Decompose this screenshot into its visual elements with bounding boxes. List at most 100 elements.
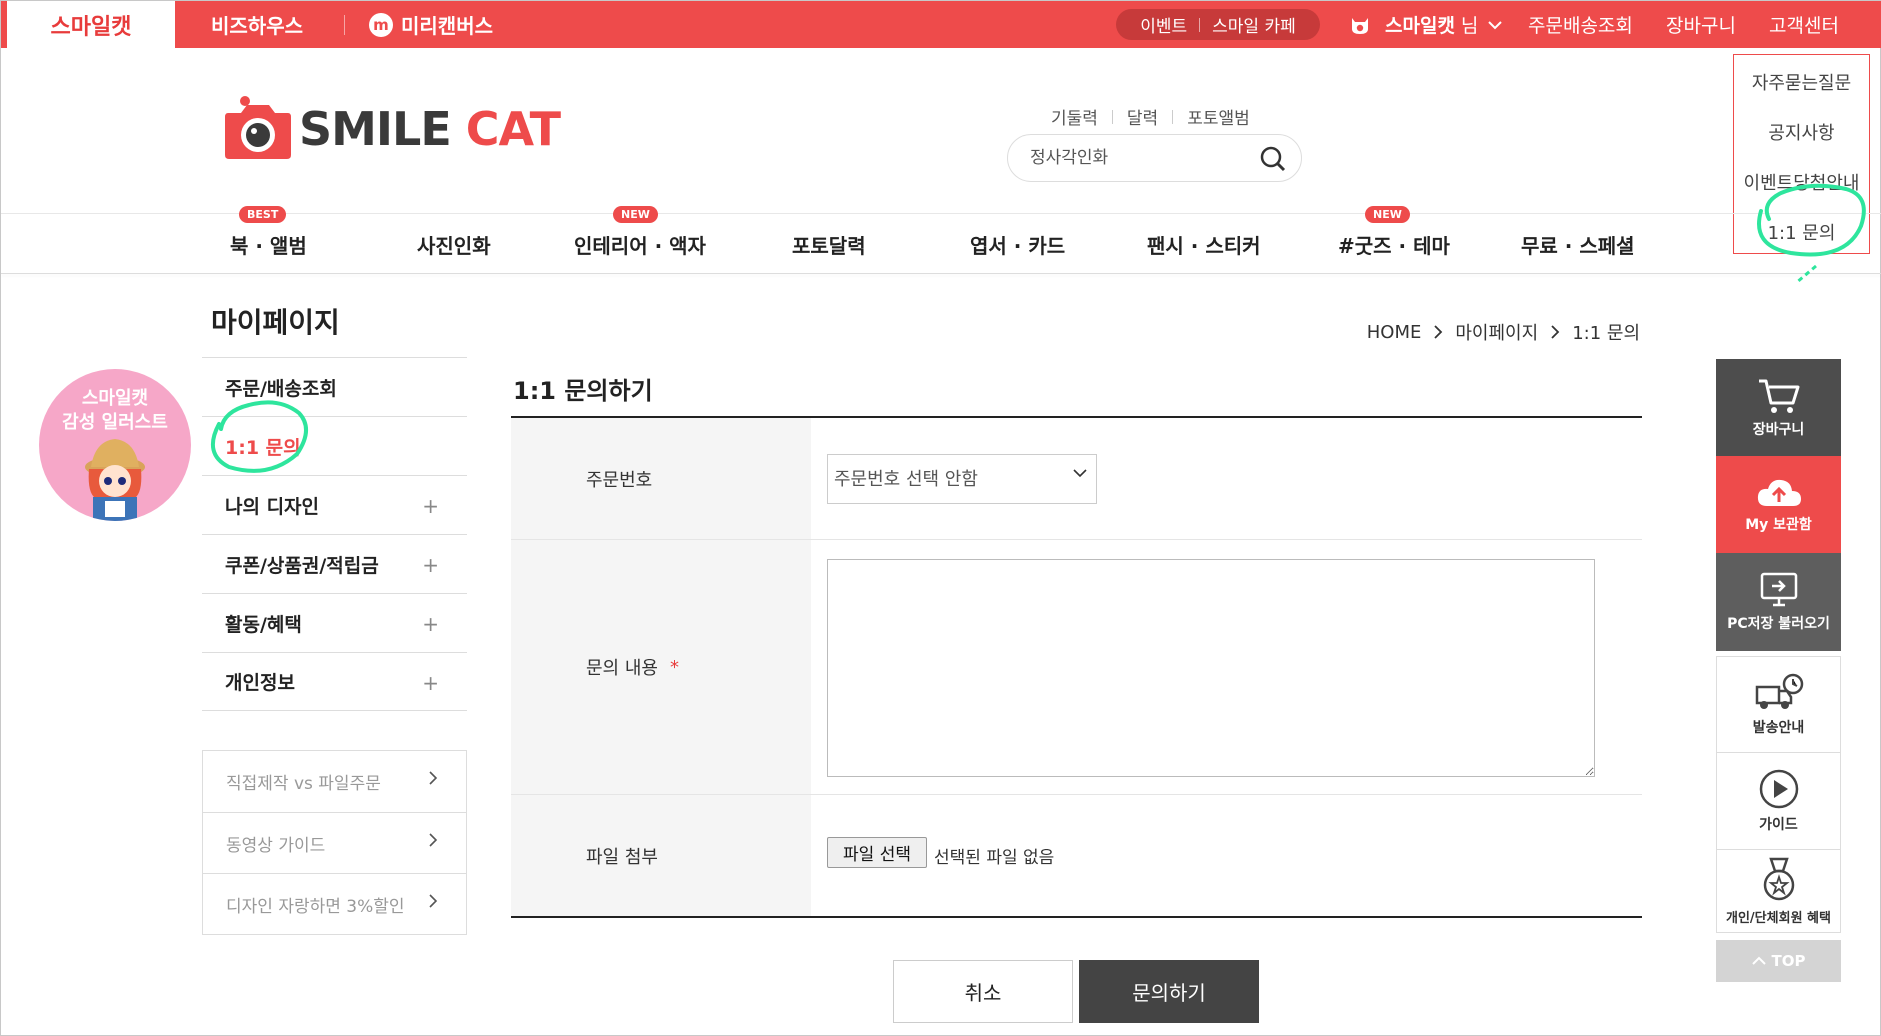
chevron-down-icon	[1488, 20, 1503, 29]
nav-interior-frame[interactable]: 인테리어 · 액자	[574, 230, 706, 259]
side-link-video-guide[interactable]: 동영상 가이드	[203, 812, 466, 873]
side-item-activity[interactable]: 활동/혜택 +	[202, 593, 467, 652]
breadcrumb-current: 1:1 문의	[1572, 323, 1640, 344]
submit-inquiry-button[interactable]: 문의하기	[1079, 960, 1259, 1023]
mypage-side-menu: 주문/배송조회 1:1 문의 나의 디자인 + 쿠폰/상품권/적립금 + 활동/혜택…	[202, 357, 467, 711]
nav-divider-bottom	[1, 273, 1881, 274]
chevron-right-icon	[429, 894, 438, 908]
order-number-select[interactable]: 주문번호 선택 안함	[827, 454, 1097, 504]
quick-member-benefits[interactable]: 개인/단체회원 혜택	[1716, 850, 1841, 933]
nav-badge-new: NEW	[613, 206, 658, 223]
nav-goods-theme[interactable]: #굿즈 · 테마	[1338, 230, 1450, 259]
smile-cafe-link[interactable]: 스마일 카페	[1212, 12, 1296, 37]
file-attach-label: 파일 첨부	[511, 795, 811, 916]
chevron-right-icon	[429, 833, 438, 847]
nav-fancy-sticker[interactable]: 팬시 · 스티커	[1147, 230, 1261, 259]
medal-icon	[1763, 857, 1794, 900]
breadcrumb-mypage[interactable]: 마이페이지	[1455, 319, 1538, 345]
file-status-text: 선택된 파일 없음	[934, 848, 1055, 868]
top-bar: 스마일캣 비즈하우스 m 미리캔버스 이벤트 스마일 카페 스마일캣 님 주문배…	[1, 1, 1881, 48]
cloud-upload-icon	[1757, 479, 1801, 506]
nav-postcard[interactable]: 엽서 · 카드	[970, 230, 1065, 259]
nav-badge-best: BEST	[239, 206, 287, 223]
plus-icon: +	[422, 612, 439, 636]
cancel-button[interactable]: 취소	[893, 960, 1073, 1023]
page-title: 마이페이지	[211, 306, 340, 339]
dropdown-item-faq[interactable]: 자주묻는질문	[1734, 69, 1869, 95]
chevron-right-icon	[1434, 325, 1443, 339]
header-quick-links: 기둘력 달력 포토앨범	[1051, 104, 1250, 129]
user-menu[interactable]: 스마일캣 님	[1349, 1, 1503, 48]
play-circle-icon	[1759, 769, 1798, 809]
dropdown-item-notice[interactable]: 공지사항	[1734, 119, 1869, 145]
tab-bizhows[interactable]: 비즈하우스	[211, 1, 303, 48]
cat-face-icon	[1352, 17, 1368, 34]
inquiry-content-textarea[interactable]	[827, 559, 1595, 777]
customer-center-link[interactable]: 고객센터	[1769, 1, 1839, 48]
scroll-top-button[interactable]: TOP	[1716, 940, 1841, 982]
cart-link[interactable]: 장바구니	[1666, 1, 1736, 48]
nav-book-album[interactable]: 북 · 앨범	[230, 230, 307, 259]
plus-icon: +	[422, 494, 439, 518]
delivery-truck-icon	[1755, 673, 1803, 709]
inquiry-form: 주문번호 주문번호 선택 안함 문의 내용 * 파일 첨부 파일 선택 선택된 파…	[511, 416, 1642, 918]
order-number-label: 주문번호	[511, 418, 811, 539]
nav-badge-new: NEW	[1365, 206, 1410, 223]
side-guide-links: 직접제작 vs 파일주문 동영상 가이드 디자인 자랑하면 3%할인	[202, 750, 467, 935]
plus-icon: +	[422, 671, 439, 695]
form-title: 1:1 문의하기	[513, 377, 653, 405]
quick-guide[interactable]: 가이드	[1716, 753, 1841, 850]
chevron-right-icon	[1551, 325, 1560, 339]
smilecat-logo[interactable]: SMILE CAT	[223, 93, 561, 165]
form-row-content: 문의 내용 *	[511, 540, 1642, 795]
quick-my-storage[interactable]: My 보관함	[1716, 456, 1841, 553]
quick-link-photo-album[interactable]: 포토앨범	[1187, 104, 1250, 129]
customer-center-dropdown: 자주묻는질문 공지사항 이벤트당첨안내 1:1 문의	[1733, 54, 1870, 254]
breadcrumb: HOME 마이페이지 1:1 문의	[1367, 319, 1640, 345]
nav-photo-calendar[interactable]: 포토달력	[792, 230, 866, 259]
search-box	[1007, 134, 1302, 182]
divider	[1172, 109, 1174, 124]
user-name: 스마일캣	[1385, 15, 1455, 37]
plus-icon: +	[422, 553, 439, 577]
dropdown-item-inquiry[interactable]: 1:1 문의	[1734, 219, 1869, 245]
side-item-orders[interactable]: 주문/배송조회	[202, 357, 467, 416]
user-suffix: 님	[1460, 15, 1479, 37]
side-link-direct-vs-file[interactable]: 직접제작 vs 파일주문	[203, 751, 466, 812]
form-row-file: 파일 첨부 파일 선택 선택된 파일 없음	[511, 795, 1642, 916]
nav-photo-print[interactable]: 사진인화	[417, 230, 491, 259]
chevron-right-icon	[429, 771, 438, 785]
monitor-import-icon	[1760, 572, 1797, 607]
dropdown-item-event-winners[interactable]: 이벤트당첨안내	[1734, 169, 1869, 195]
side-item-coupons[interactable]: 쿠폰/상품권/적립금 +	[202, 534, 467, 593]
event-cafe-pill: 이벤트 스마일 카페	[1116, 9, 1320, 40]
divider	[344, 15, 345, 35]
search-input[interactable]	[1030, 145, 1250, 171]
quick-pc-load[interactable]: PC저장 불러오기	[1716, 553, 1841, 651]
illustration-girl-icon	[85, 439, 145, 521]
event-link[interactable]: 이벤트	[1140, 12, 1187, 37]
side-item-my-design[interactable]: 나의 디자인 +	[202, 475, 467, 534]
required-mark: *	[669, 656, 679, 678]
breadcrumb-home[interactable]: HOME	[1367, 322, 1422, 343]
side-link-design-discount[interactable]: 디자인 자랑하면 3%할인	[203, 873, 466, 934]
tab-smilecat[interactable]: 스마일캣	[7, 1, 175, 48]
chevron-up-icon	[1751, 956, 1766, 965]
quick-link-dallyeok[interactable]: 달력	[1127, 104, 1158, 129]
miricanvas-logo-icon: m	[369, 12, 393, 37]
file-select-button[interactable]: 파일 선택	[827, 837, 927, 868]
quick-shipping-info[interactable]: 발송안내	[1716, 656, 1841, 753]
nav-free-special[interactable]: 무료 · 스페셜	[1521, 230, 1635, 259]
quick-cart[interactable]: 장바구니	[1716, 359, 1841, 456]
illustration-promo-banner[interactable]: 스마일캣 감성 일러스트	[39, 369, 191, 521]
quick-link-calendar[interactable]: 기둘력	[1051, 104, 1098, 129]
search-icon[interactable]	[1259, 145, 1287, 173]
side-item-personal-info[interactable]: 개인정보 +	[202, 652, 467, 711]
form-row-order: 주문번호 주문번호 선택 안함	[511, 418, 1642, 540]
tab-miricanvas[interactable]: m 미리캔버스	[369, 1, 493, 48]
camera-logo-icon	[225, 96, 291, 159]
cart-icon	[1758, 379, 1799, 413]
order-tracking-link[interactable]: 주문배송조회	[1528, 1, 1633, 48]
side-item-inquiry[interactable]: 1:1 문의	[202, 416, 467, 475]
inquiry-content-label: 문의 내용 *	[511, 540, 811, 794]
